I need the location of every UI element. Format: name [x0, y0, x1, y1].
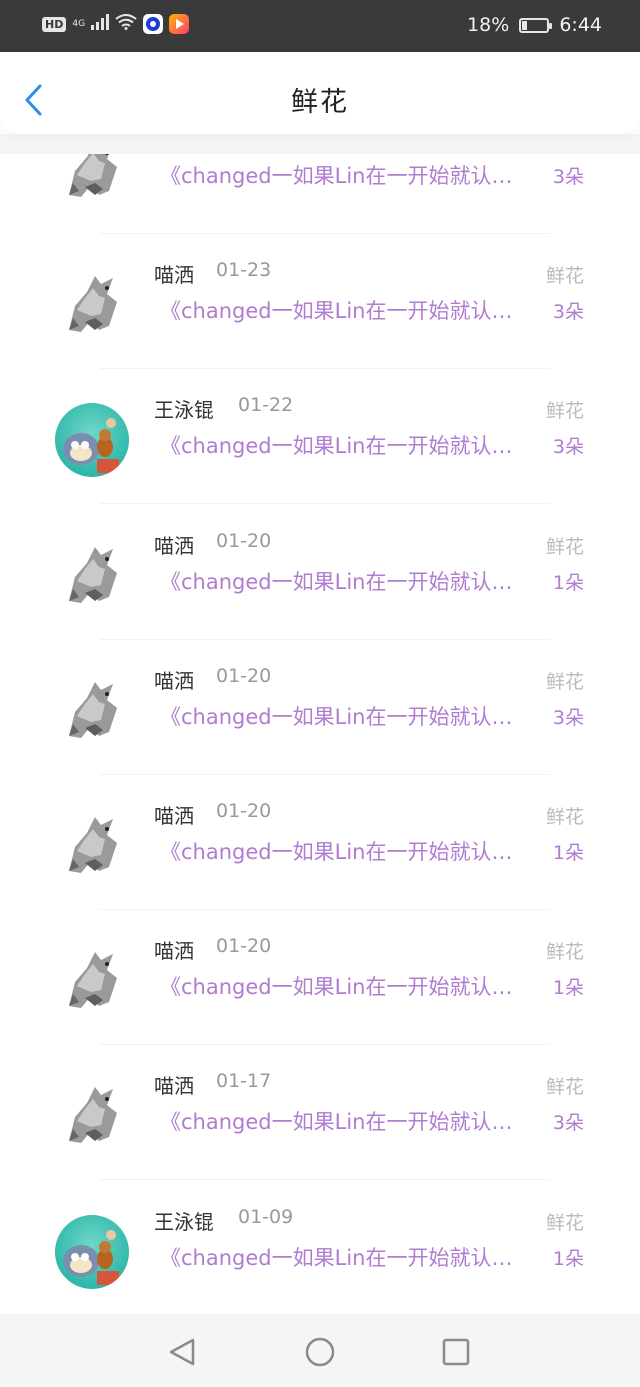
list-item[interactable]: 喵洒 01-20 《changed一如果Lin在一开始就认识了Colin》鲜花 1朵 [0, 505, 640, 640]
nav-back-button[interactable] [165, 1334, 201, 1370]
list-item[interactable]: 喵洒 01-17 《changed一如果Lin在一开始就认识了Colin》鲜花 3朵 [0, 1045, 640, 1180]
story-title-link[interactable]: 《changed一如果Lin在一开始就认识了Colin》 [160, 1242, 525, 1272]
user-avatar-cat[interactable] [55, 809, 129, 883]
app-icon-video [169, 14, 190, 34]
user-name: 喵洒 [154, 939, 194, 963]
user-avatar-cat[interactable] [55, 674, 129, 748]
hd-badge: HD [42, 16, 67, 32]
story-title-link[interactable]: 《changed一如果Lin在一开始就认识了Colin》 [160, 1106, 525, 1136]
user-name: 喵洒 [154, 804, 194, 828]
story-title-link[interactable]: 《changed一如果Lin在一开始就认识了Colin》 [160, 971, 525, 1001]
wifi-icon [115, 14, 137, 34]
home-circle-icon [305, 1337, 335, 1367]
gift-type-label: 鲜花 [545, 536, 584, 558]
gift-type-label: 鲜花 [545, 806, 584, 828]
row-divider [100, 503, 550, 504]
page-title: 鲜花 [291, 87, 349, 118]
list-item[interactable]: 喵洒 01-20 《changed一如果Lin在一开始就认识了Colin》鲜花 1朵 [0, 910, 640, 1045]
gift-type-label: 鲜花 [545, 671, 584, 693]
gift-count: 1朵 [552, 977, 584, 999]
nav-home-button[interactable] [302, 1334, 338, 1370]
user-name: 喵洒 [154, 1074, 194, 1098]
user-name: 喵洒 [154, 534, 194, 558]
gift-count: 3朵 [552, 301, 584, 323]
gift-type-label: 鲜花 [545, 400, 584, 422]
battery-percent: 18% [467, 14, 510, 36]
status-left: HD 4G [42, 14, 190, 34]
gift-count: 1朵 [552, 1248, 584, 1270]
user-avatar-tom[interactable] [55, 403, 129, 477]
record-date: 01-20 [216, 665, 272, 687]
list-item[interactable]: 王泳锟 01-09 《changed一如果Lin在一开始就认识了Colin》鲜花 1朵 [0, 1181, 640, 1314]
user-avatar-cat[interactable] [55, 1079, 129, 1153]
gift-type-label: 鲜花 [545, 265, 584, 287]
story-title-link[interactable]: 《changed一如果Lin在一开始就认识了Colin》 [160, 295, 525, 325]
system-nav-bar [0, 1314, 640, 1387]
record-date: 01-17 [216, 1070, 272, 1092]
story-title-link[interactable]: 《changed一如果Lin在一开始就认识了Colin》 [160, 701, 525, 731]
user-name: 喵洒 [154, 263, 194, 287]
nav-recents-button[interactable] [438, 1334, 474, 1370]
recents-square-icon [442, 1338, 470, 1366]
gift-type-label: 鲜花 [545, 1212, 584, 1234]
back-triangle-icon [169, 1338, 195, 1366]
record-date: 01-23 [216, 259, 272, 281]
gift-count: 3朵 [552, 436, 584, 458]
signal-icon [91, 14, 110, 34]
battery-icon [519, 17, 553, 33]
user-name: 喵洒 [154, 669, 194, 693]
user-name: 王泳锟 [154, 1210, 214, 1234]
network-type: 4G [72, 19, 86, 29]
list-item[interactable]: 喵洒 01-20 《changed一如果Lin在一开始就认识了Colin》鲜花 3朵 [0, 640, 640, 775]
list-item[interactable]: 王泳锟 01-22 《changed一如果Lin在一开始就认识了Colin》鲜花 3朵 [0, 369, 640, 504]
record-date: 01-20 [216, 935, 272, 957]
list-item[interactable]: 喵洒 01-23 《changed一如果Lin在一开始就认识了Colin》鲜花 3朵 [0, 234, 640, 369]
list-item[interactable]: 喵洒 01-20 《changed一如果Lin在一开始就认识了Colin》鲜花 1朵 [0, 775, 640, 910]
record-date: 01-22 [238, 394, 294, 416]
user-avatar-cat[interactable] [55, 268, 129, 342]
gift-count: 3朵 [552, 707, 584, 729]
row-divider [100, 1179, 550, 1180]
record-date: 01-09 [238, 1206, 294, 1228]
user-avatar-cat[interactable] [55, 944, 129, 1018]
gift-type-label: 鲜花 [545, 1076, 584, 1098]
record-date: 01-20 [216, 800, 272, 822]
user-avatar-cat[interactable] [55, 539, 129, 613]
gift-count: 1朵 [552, 842, 584, 864]
story-title-link[interactable]: 《changed一如果Lin在一开始就认识了Colin》 [160, 160, 525, 190]
gift-count: 1朵 [552, 572, 584, 594]
gift-type-label: 鲜花 [545, 941, 584, 963]
user-avatar-tom[interactable] [55, 1215, 129, 1289]
status-bar: HD 4G 18% 6:44 [0, 0, 640, 52]
gift-count: 3朵 [552, 1112, 584, 1134]
story-title-link[interactable]: 《changed一如果Lin在一开始就认识了Colin》 [160, 430, 525, 460]
story-title-link[interactable]: 《changed一如果Lin在一开始就认识了Colin》 [160, 566, 525, 596]
battery-fill [522, 20, 527, 30]
status-right: 18% 6:44 [467, 14, 602, 36]
record-date: 01-20 [216, 530, 272, 552]
clock: 6:44 [559, 14, 602, 36]
gift-count: 3朵 [552, 166, 584, 188]
page-header: 鲜花 [0, 52, 640, 134]
user-name: 王泳锟 [154, 398, 214, 422]
story-title-link[interactable]: 《changed一如果Lin在一开始就认识了Colin》 [160, 836, 525, 866]
header-shadow [0, 134, 640, 154]
flower-record-list[interactable]: 喵洒01-24《changed一如果Lin在一开始就认识了Colin》鲜花3朵 … [0, 134, 640, 1314]
app-icon-blue [143, 14, 164, 34]
